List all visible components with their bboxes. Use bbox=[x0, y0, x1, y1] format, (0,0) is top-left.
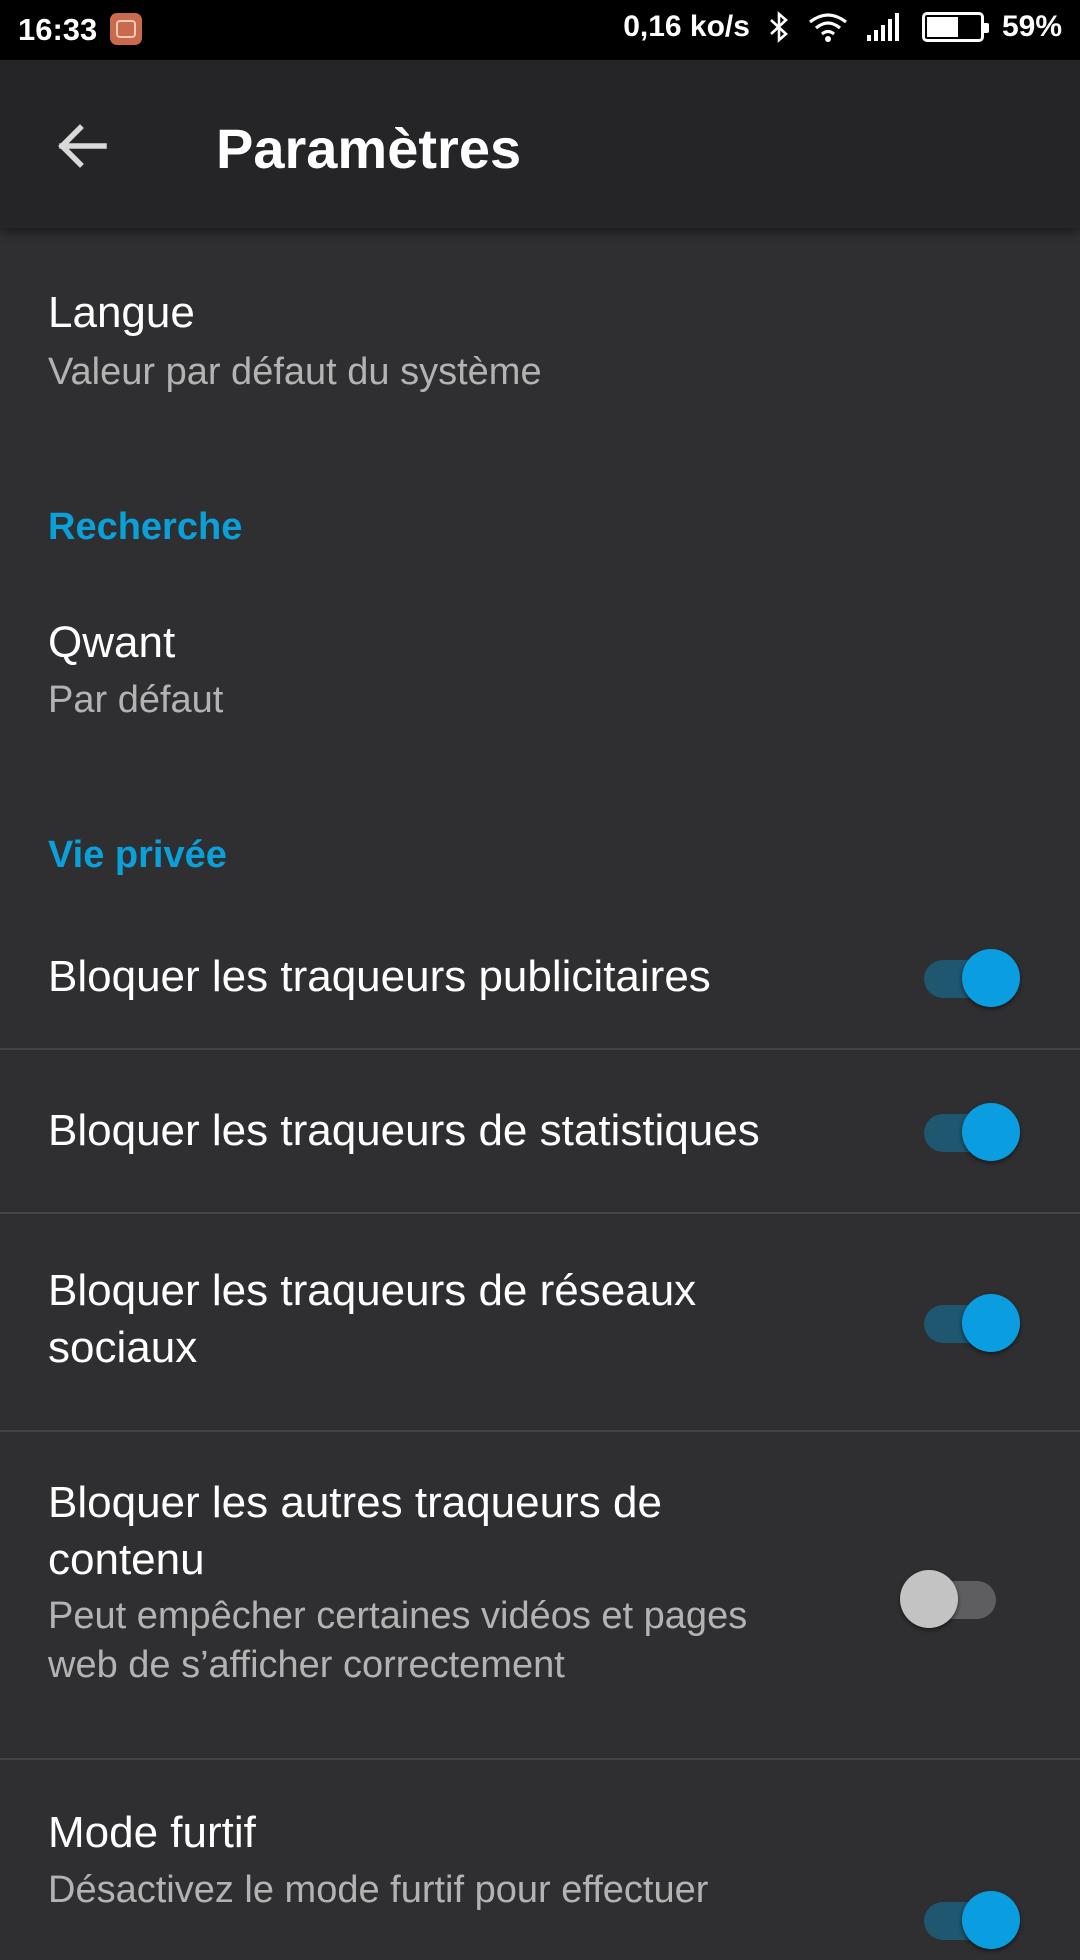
cell-signal-icon bbox=[866, 13, 899, 41]
status-bar: 16:33 0,16 ko/s 59% bbox=[0, 0, 1080, 60]
search-engine-title: Qwant bbox=[48, 618, 176, 667]
toggle-description-line1: Peut empêcher certaines vidéos et pages bbox=[48, 1595, 748, 1637]
toggle-thumb bbox=[962, 1103, 1020, 1161]
toggle-switch[interactable] bbox=[924, 1888, 1020, 1949]
search-engine-value: Par défaut bbox=[48, 679, 224, 721]
toggle-label: Bloquer les traqueurs de statistiques bbox=[48, 1106, 760, 1155]
toggle-row-stealth-mode[interactable]: Mode furtif Désactivez le mode furtif po… bbox=[0, 1760, 1080, 1960]
toggle-description: Désactivez le mode furtif pour effectuer bbox=[48, 1869, 709, 1911]
toggle-label: Bloquer les traqueurs publicitaires bbox=[48, 952, 711, 1001]
toggle-label: Mode furtif bbox=[48, 1808, 256, 1857]
toggle-thumb bbox=[962, 1294, 1020, 1352]
battery-level bbox=[926, 17, 958, 37]
toggle-switch[interactable] bbox=[924, 1100, 1020, 1161]
mi-app-icon bbox=[110, 13, 142, 45]
app-bar: Paramètres bbox=[0, 60, 1080, 228]
toggle-thumb bbox=[900, 1570, 958, 1628]
toggle-row-ad-trackers[interactable]: Bloquer les traqueurs publicitaires bbox=[0, 908, 1080, 1048]
battery-percent: 59% bbox=[1001, 10, 1062, 43]
search-engine-setting[interactable]: Qwant Par défaut bbox=[0, 568, 1080, 738]
toggle-label-line2: sociaux bbox=[48, 1323, 198, 1372]
toggle-thumb bbox=[962, 949, 1020, 1007]
page-title: Paramètres bbox=[216, 117, 522, 180]
language-setting[interactable]: Langue Valeur par défaut du système bbox=[0, 228, 1080, 428]
section-header-search: Recherche bbox=[48, 506, 243, 548]
toggle-description-line2: web de s’afficher correctement bbox=[48, 1644, 565, 1686]
language-value: Valeur par défaut du système bbox=[48, 351, 542, 393]
toggle-label-line1: Bloquer les traqueurs de réseaux bbox=[48, 1266, 697, 1315]
toggle-label-line1: Bloquer les autres traqueurs de bbox=[48, 1478, 662, 1527]
toggle-row-social-trackers[interactable]: Bloquer les traqueurs de réseaux sociaux bbox=[0, 1214, 1080, 1430]
toggle-switch[interactable] bbox=[924, 1291, 1020, 1352]
toggle-row-content-trackers[interactable]: Bloquer les autres traqueurs de contenu … bbox=[0, 1432, 1080, 1758]
back-button[interactable] bbox=[46, 110, 118, 182]
toggle-switch[interactable] bbox=[900, 1567, 996, 1628]
battery-icon bbox=[921, 12, 989, 42]
toggle-row-stats-trackers[interactable]: Bloquer les traqueurs de statistiques bbox=[0, 1050, 1080, 1212]
toggle-thumb bbox=[962, 1891, 1020, 1949]
status-indicators: 0,16 ko/s 59% bbox=[623, 10, 1062, 44]
section-header-privacy: Vie privée bbox=[48, 834, 227, 876]
language-title: Langue bbox=[48, 288, 195, 337]
bluetooth-icon bbox=[770, 11, 788, 43]
wifi-icon bbox=[808, 13, 847, 42]
toggle-switch[interactable] bbox=[924, 946, 1020, 1007]
network-speed: 0,16 ko/s bbox=[623, 10, 750, 43]
toggle-label-line2: contenu bbox=[48, 1535, 205, 1584]
arrow-back-icon bbox=[58, 124, 107, 168]
status-time: 16:33 bbox=[18, 12, 98, 47]
